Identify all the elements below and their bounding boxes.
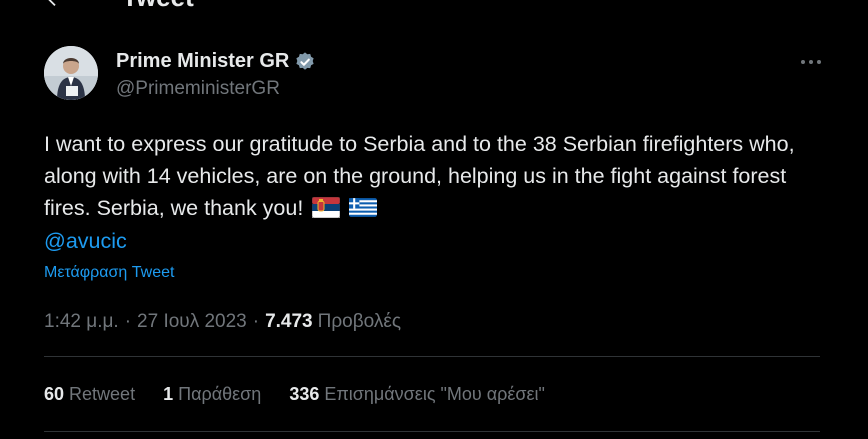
more-options-icon[interactable] — [798, 56, 824, 68]
top-bar: Tweet — [0, 0, 868, 12]
author-handle[interactable]: @PrimeministerGR — [116, 78, 280, 100]
page-title: Tweet — [122, 0, 194, 13]
quotes-count: 1 — [163, 384, 174, 404]
retweets-stat[interactable]: 60 Retweet — [44, 384, 135, 405]
tweet-time[interactable]: 1:42 μ.μ. — [44, 311, 119, 333]
quotes-stat[interactable]: 1 Παράθεση — [163, 384, 261, 405]
greece-flag-icon — [349, 198, 378, 217]
tweet-author: Prime Minister GR @PrimeministerGR — [44, 46, 824, 104]
retweets-count: 60 — [44, 384, 65, 404]
divider — [44, 356, 820, 357]
likes-count: 336 — [289, 384, 320, 404]
meta-separator: · — [252, 311, 260, 332]
translate-tweet-link[interactable]: Μετάφραση Tweet — [44, 264, 174, 282]
quotes-label: Παράθεση — [178, 384, 262, 404]
serbia-flag-icon — [312, 197, 341, 218]
meta-separator: · — [124, 311, 132, 332]
avatar[interactable] — [44, 46, 98, 100]
tweet-meta: 1:42 μ.μ. · 27 Ιουλ 2023 · 7.473 Προβολέ… — [44, 311, 401, 333]
mention-link[interactable]: @avucic — [44, 229, 127, 254]
tweet-date[interactable]: 27 Ιουλ 2023 — [137, 311, 247, 333]
likes-stat[interactable]: 336 Επισημάνσεις "Μου αρέσει" — [289, 384, 545, 405]
tweet-text: I want to express our gratitude to Serbi… — [44, 132, 795, 220]
retweets-label: Retweet — [69, 384, 136, 404]
arrow-left-icon[interactable] — [44, 0, 66, 10]
tweet-body: I want to express our gratitude to Serbi… — [44, 128, 824, 224]
views-label: Προβολές — [317, 311, 401, 332]
divider — [44, 431, 820, 432]
author-name[interactable]: Prime Minister GR — [116, 50, 289, 73]
views-count: 7.473 — [265, 311, 313, 332]
likes-label: Επισημάνσεις "Μου αρέσει" — [324, 384, 545, 404]
name-line: Prime Minister GR — [116, 50, 316, 73]
verified-badge-icon — [296, 51, 315, 70]
engagement-stats: 60 Retweet 1 Παράθεση 336 Επισημάνσεις "Μου… — [44, 384, 573, 405]
